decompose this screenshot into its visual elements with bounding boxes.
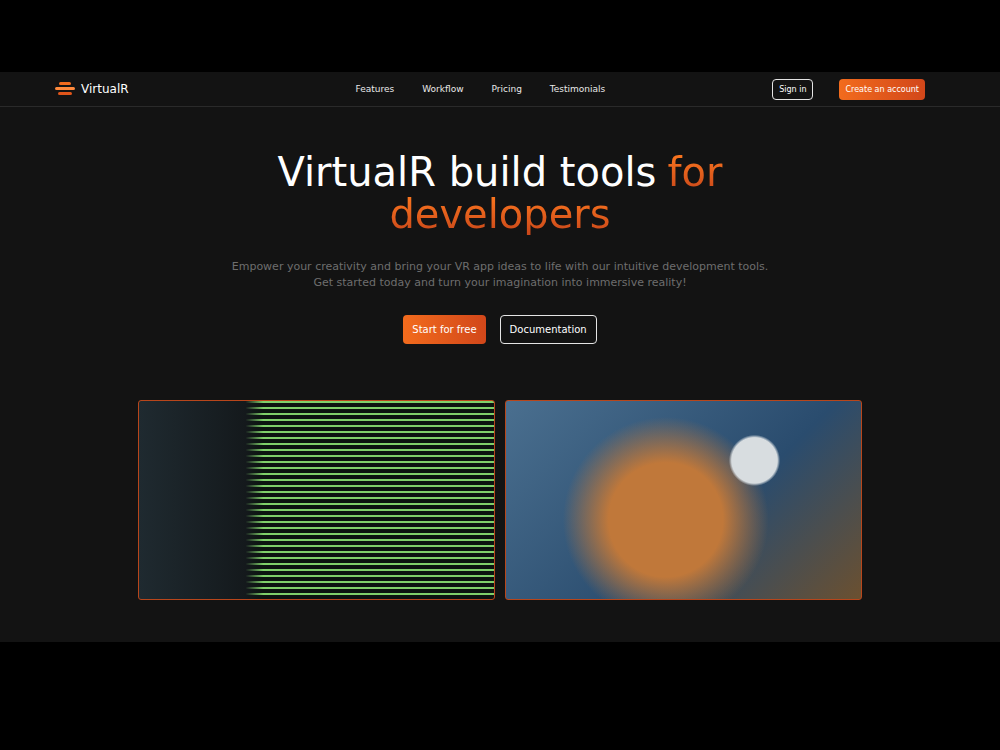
subtitle-line: Empower your creativity and bring your V… [232,259,769,275]
logo-icon [55,82,75,96]
title-line: developers [277,193,722,235]
letterbox-top [0,0,1000,72]
nav-link[interactable]: Pricing [492,84,522,94]
nav-link[interactable]: Workflow [422,84,463,94]
hero-title: VirtualR build tools for developers [277,151,722,235]
documentation-button[interactable]: Documentation [500,315,597,344]
page: VirtualR Features Workflow Pricing Testimoni… [0,72,1000,642]
sign-in-button[interactable]: Sign in [772,79,813,100]
title-part: for [668,151,723,193]
media-row [138,400,862,600]
nav-links: Features Workflow Pricing Testimonials [129,84,773,94]
nav-link[interactable]: Testimonials [550,84,605,94]
nav-link[interactable]: Features [355,84,394,94]
start-free-button[interactable]: Start for free [403,315,485,344]
title-part: VirtualR build tools [277,151,656,193]
code-photo [138,400,495,600]
title-line: VirtualR build tools for [277,151,722,193]
hero: VirtualR build tools for developers Empower… [0,107,1000,600]
letterbox-bottom [0,642,1000,750]
logo[interactable]: VirtualR [55,82,129,96]
vr-photo [505,400,862,600]
logo-text: VirtualR [81,82,129,96]
create-account-button[interactable]: Create an account [839,79,925,100]
hero-subtitle: Empower your creativity and bring your V… [232,259,769,291]
navbar: VirtualR Features Workflow Pricing Testimoni… [0,72,1000,107]
cta-row: Start for free Documentation [403,315,596,344]
title-part: developers [389,193,610,235]
nav-actions: Sign in Create an account [772,79,925,100]
subtitle-line: Get started today and turn your imaginat… [232,275,769,291]
screen: VirtualR Features Workflow Pricing Testimoni… [0,0,1000,750]
